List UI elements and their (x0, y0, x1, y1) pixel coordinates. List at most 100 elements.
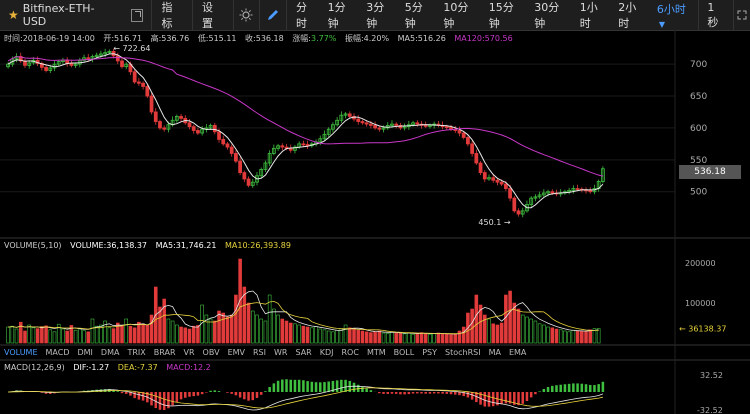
volume-axis-label: 100000 (685, 299, 716, 308)
candle-body (415, 122, 420, 125)
volume-bar (326, 330, 331, 344)
volume-bar (516, 308, 521, 344)
candle-body (280, 145, 285, 148)
indicator-tab[interactable]: VOLUME (0, 347, 42, 359)
chart-app: ★ Bitfinex-ETH-USD 指标 设置 分时 1分钟 3分钟 5分钟 10分钟… (0, 0, 750, 414)
volume-bar (82, 330, 86, 344)
candle-body (335, 119, 340, 126)
volume-bar (487, 318, 491, 344)
volume-ma10-line (8, 300, 599, 335)
candle-body (259, 168, 264, 177)
favorite-star-icon[interactable]: ★ (8, 8, 19, 22)
candle-body (35, 59, 40, 64)
candle-body (128, 63, 133, 73)
candle-body (208, 124, 213, 129)
indicator-tab[interactable]: MA (485, 347, 505, 359)
indicator-tab[interactable]: EMV (224, 347, 249, 359)
candle-body (204, 127, 209, 130)
indicator-tab[interactable]: StochRSI (441, 347, 485, 359)
indicator-tab[interactable]: TRIX (123, 347, 149, 359)
volume-bar (554, 328, 559, 344)
candle-body (196, 130, 200, 134)
indicator-tab[interactable]: PSY (418, 347, 441, 359)
candle-body (541, 192, 546, 196)
volume-bar (575, 330, 580, 344)
volume-bar (23, 330, 27, 344)
volume-bar (499, 322, 504, 344)
candle-body (339, 114, 344, 121)
volume-bar (537, 323, 542, 344)
candle-body (512, 197, 517, 212)
candle-body (457, 130, 462, 134)
indicator-tab[interactable]: RSI (249, 347, 270, 359)
candle-body (27, 62, 32, 66)
volume-bar (272, 308, 276, 344)
candle-body (453, 128, 458, 131)
indicator-tab[interactable]: EMA (505, 347, 530, 359)
volume-bar (137, 321, 141, 344)
candle-body (99, 53, 103, 56)
period-tab[interactable]: 1小时 (575, 0, 614, 31)
volume-bar (73, 329, 78, 344)
price-axis-label: 500 (690, 188, 707, 198)
candle-body (356, 118, 361, 122)
candle-body (533, 196, 538, 199)
period-tab[interactable]: 6小时▼ (652, 1, 699, 30)
period-tab[interactable]: 15分钟 (484, 0, 529, 31)
volume-bar (449, 334, 453, 344)
candle-body (200, 128, 205, 134)
candle-body (596, 181, 601, 189)
period-tab[interactable]: 5分钟 (400, 0, 439, 31)
volume-bar (183, 327, 188, 344)
period-tab[interactable]: 2小时 (613, 0, 652, 31)
period-tab[interactable]: 30分钟 (529, 0, 574, 31)
volume-bar (111, 328, 116, 344)
indicator-tab[interactable]: VR (180, 347, 199, 359)
indicator-tab[interactable]: ROC (338, 347, 363, 359)
candle-body (360, 121, 365, 124)
candle-body (474, 153, 479, 164)
candle-body (288, 147, 293, 151)
volume-bar (415, 333, 420, 344)
indicator-tab[interactable]: DMI (73, 347, 96, 359)
period-tab[interactable]: 10分钟 (438, 0, 483, 31)
candle-body (381, 127, 386, 130)
candle-body (503, 183, 508, 189)
candle-body (149, 95, 154, 113)
volume-bar (385, 333, 390, 344)
volume-bar (495, 324, 500, 344)
draw-pen-icon[interactable] (260, 0, 287, 30)
indicator-tab[interactable]: BRAR (150, 347, 180, 359)
theme-toggle-icon[interactable] (234, 0, 261, 30)
volume-bar (187, 328, 192, 344)
open-external-icon[interactable] (130, 8, 144, 22)
refresh-interval[interactable]: 1秒 (698, 0, 733, 30)
indicator-tab[interactable]: MTM (363, 347, 390, 359)
indicator-tab[interactable]: MACD (42, 347, 74, 359)
period-tab[interactable]: 3分钟 (361, 0, 400, 31)
indicator-tab[interactable]: DMA (97, 347, 124, 359)
indicator-tab[interactable]: OBV (199, 347, 224, 359)
candle-body (77, 59, 82, 65)
volume-bar (288, 322, 293, 344)
volume-bar (478, 304, 483, 344)
indicator-tab[interactable]: WR (270, 347, 291, 359)
indicator-tab[interactable]: BOLL (390, 347, 419, 359)
volume-bar (149, 314, 154, 344)
expand-icon[interactable] (733, 0, 750, 30)
settings-button[interactable]: 设置 (193, 0, 233, 30)
indicator-tab[interactable]: KDJ (316, 347, 338, 359)
symbol-selector[interactable]: ★ Bitfinex-ETH-USD (0, 0, 153, 30)
candle-body (495, 179, 500, 183)
volume-bar (293, 323, 297, 344)
period-tab[interactable]: 1分钟 (323, 0, 362, 31)
indicator-tab[interactable]: SAR (291, 347, 315, 359)
period-tab[interactable]: 分时 (291, 0, 323, 31)
candle-body (271, 147, 276, 154)
candle-body (436, 123, 441, 126)
volume-bar (491, 323, 495, 344)
candle-body (499, 181, 504, 185)
indicator-button[interactable]: 指标 (152, 0, 192, 30)
volume-bar (204, 314, 209, 344)
candle-body (115, 55, 120, 62)
